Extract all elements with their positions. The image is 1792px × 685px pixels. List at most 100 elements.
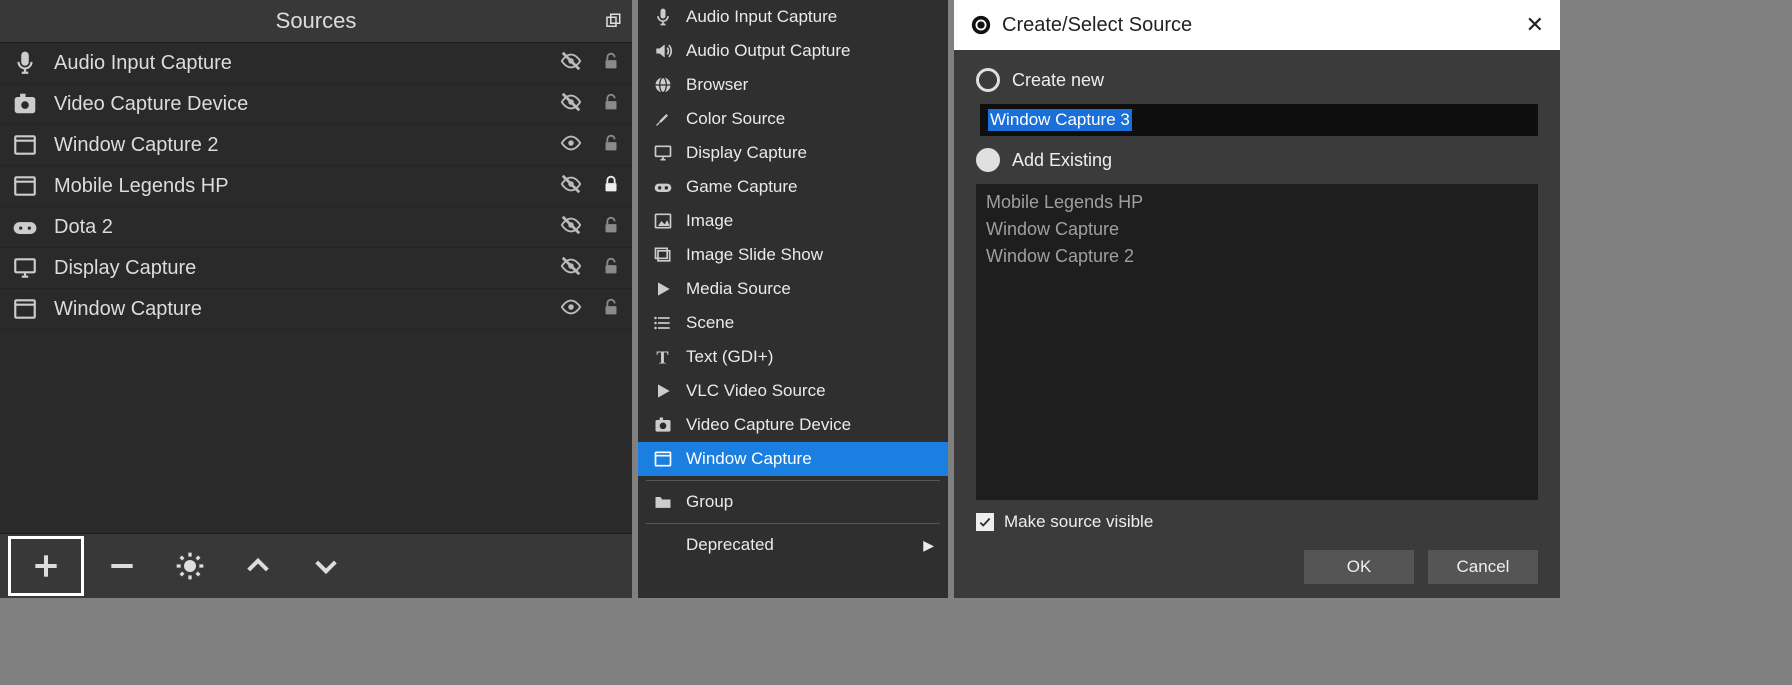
menu-item[interactable]: Browser	[638, 68, 948, 102]
menu-item-label: Audio Output Capture	[686, 41, 850, 61]
new-source-name-input[interactable]: Window Capture 3	[980, 104, 1538, 136]
menu-item-label: Deprecated	[686, 535, 774, 555]
source-label: Dota 2	[54, 216, 542, 239]
popout-icon[interactable]	[604, 0, 622, 42]
cancel-button[interactable]: Cancel	[1428, 550, 1538, 584]
visibility-toggle[interactable]	[556, 173, 586, 200]
visibility-toggle[interactable]	[556, 50, 586, 77]
visibility-toggle[interactable]	[556, 255, 586, 282]
window-icon	[10, 296, 40, 322]
source-row[interactable]: Audio Input Capture	[0, 43, 632, 84]
play-icon	[652, 279, 674, 299]
camera-icon	[10, 91, 40, 117]
existing-source-item[interactable]: Window Capture 2	[986, 246, 1528, 267]
source-row[interactable]: Window Capture 2	[0, 125, 632, 166]
menu-item[interactable]: Media Source	[638, 272, 948, 306]
lock-toggle[interactable]	[600, 254, 622, 283]
ok-button[interactable]: OK	[1304, 550, 1414, 584]
source-label: Video Capture Device	[54, 93, 542, 116]
menu-item[interactable]: Scene	[638, 306, 948, 340]
add-source-menu: Audio Input Capture Audio Output Capture…	[638, 0, 948, 598]
move-up-button[interactable]	[228, 539, 288, 593]
source-row[interactable]: Mobile Legends HP	[0, 166, 632, 207]
visibility-toggle[interactable]	[556, 91, 586, 118]
menu-item[interactable]: Audio Output Capture	[638, 34, 948, 68]
menu-item-label: Image	[686, 211, 733, 231]
source-row[interactable]: Video Capture Device	[0, 84, 632, 125]
sources-title: Sources	[276, 8, 357, 34]
make-visible-label: Make source visible	[1004, 512, 1153, 532]
brush-icon	[652, 109, 674, 129]
slides-icon	[652, 245, 674, 265]
add-existing-option[interactable]: Add Existing	[976, 148, 1538, 172]
list-icon	[652, 313, 674, 333]
lock-toggle[interactable]	[600, 90, 622, 119]
create-new-option[interactable]: Create new	[976, 68, 1538, 92]
source-properties-button[interactable]	[160, 539, 220, 593]
menu-item[interactable]: Game Capture	[638, 170, 948, 204]
text-icon	[652, 347, 674, 367]
source-label: Window Capture 2	[54, 134, 542, 157]
remove-source-button[interactable]	[92, 539, 152, 593]
menu-item-label: Window Capture	[686, 449, 812, 469]
radio-unchecked-icon	[976, 68, 1000, 92]
menu-item-label: Scene	[686, 313, 734, 333]
menu-item[interactable]: VLC Video Source	[638, 374, 948, 408]
menu-item[interactable]: Audio Input Capture	[638, 0, 948, 34]
dialog-close-button[interactable]: ✕	[1526, 12, 1544, 38]
image-icon	[652, 211, 674, 231]
visibility-toggle[interactable]	[556, 132, 586, 159]
lock-toggle[interactable]	[600, 213, 622, 242]
window-icon	[652, 449, 674, 469]
visibility-toggle[interactable]	[556, 296, 586, 323]
menu-item[interactable]: Window Capture	[638, 442, 948, 476]
menu-item[interactable]: Text (GDI+)	[638, 340, 948, 374]
source-label: Window Capture	[54, 298, 542, 321]
globe-icon	[652, 75, 674, 95]
menu-item-group[interactable]: Group	[638, 485, 948, 519]
menu-item-label: Browser	[686, 75, 748, 95]
chevron-right-icon: ▶	[923, 537, 934, 554]
menu-item[interactable]: Color Source	[638, 102, 948, 136]
menu-item-label: Media Source	[686, 279, 791, 299]
folder-icon	[652, 492, 674, 512]
existing-source-item[interactable]: Window Capture	[986, 219, 1528, 240]
source-label: Mobile Legends HP	[54, 175, 542, 198]
visibility-toggle[interactable]	[556, 214, 586, 241]
menu-item-label: Text (GDI+)	[686, 347, 773, 367]
menu-item[interactable]: Image	[638, 204, 948, 238]
source-row[interactable]: Dota 2	[0, 207, 632, 248]
sources-header: Sources	[0, 0, 632, 43]
move-down-button[interactable]	[296, 539, 356, 593]
lock-toggle[interactable]	[600, 49, 622, 78]
menu-item-label: Color Source	[686, 109, 785, 129]
existing-sources-list: Mobile Legends HP Window Capture Window Ca…	[976, 184, 1538, 500]
lock-toggle[interactable]	[600, 295, 622, 324]
menu-item[interactable]: Image Slide Show	[638, 238, 948, 272]
menu-item-label: Image Slide Show	[686, 245, 823, 265]
obs-icon	[970, 14, 992, 36]
source-row[interactable]: Window Capture	[0, 289, 632, 330]
menu-item-label: Game Capture	[686, 177, 798, 197]
menu-item-label: VLC Video Source	[686, 381, 826, 401]
menu-item-label: Audio Input Capture	[686, 7, 837, 27]
lock-toggle[interactable]	[600, 131, 622, 160]
menu-separator	[646, 480, 940, 481]
monitor-icon	[652, 143, 674, 163]
create-new-label: Create new	[1012, 70, 1104, 91]
add-source-button[interactable]	[8, 536, 84, 596]
source-label: Audio Input Capture	[54, 52, 542, 75]
lock-toggle[interactable]	[600, 172, 622, 201]
sources-panel: Sources Audio Input Capture Video Captur…	[0, 0, 632, 598]
mic-icon	[652, 7, 674, 27]
source-label: Display Capture	[54, 257, 542, 280]
menu-item[interactable]: Display Capture	[638, 136, 948, 170]
menu-item[interactable]: Video Capture Device	[638, 408, 948, 442]
make-visible-checkbox[interactable]: Make source visible	[976, 512, 1538, 532]
source-row[interactable]: Display Capture	[0, 248, 632, 289]
menu-item-deprecated[interactable]: Deprecated ▶	[638, 528, 948, 562]
gamepad-icon	[652, 177, 674, 197]
menu-item-label: Group	[686, 492, 733, 512]
existing-source-item[interactable]: Mobile Legends HP	[986, 192, 1528, 213]
monitor-icon	[10, 255, 40, 281]
